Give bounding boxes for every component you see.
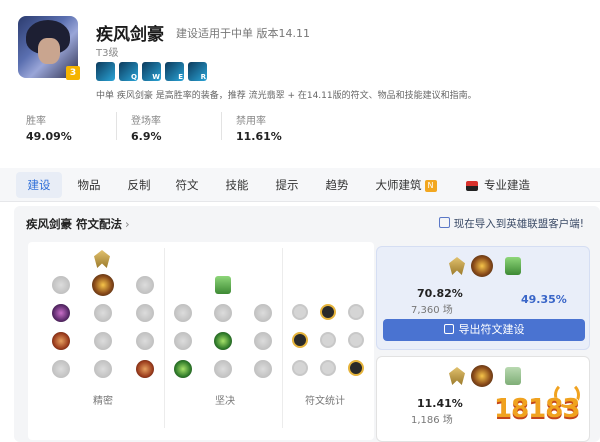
tab-tips[interactable]: 提示 [266, 172, 308, 198]
shard-icon [348, 360, 364, 376]
export-icon [443, 324, 454, 334]
build-games: 1,186 场 [411, 415, 453, 426]
divider [164, 248, 165, 428]
tab-counters[interactable]: 反制 [118, 172, 160, 198]
tab-build[interactable]: 建设 [16, 172, 62, 198]
rune-minor-icon [52, 332, 70, 350]
rune-minor-icon [174, 332, 192, 350]
w-skill-icon[interactable]: W [142, 62, 161, 81]
passive-icon[interactable] [96, 62, 115, 81]
shard-icon [348, 304, 364, 320]
r-skill-icon[interactable]: R [188, 62, 207, 81]
shard-icon [292, 304, 308, 320]
tab-skills[interactable]: 技能 [216, 172, 258, 198]
lethal-tempo-icon [92, 274, 114, 296]
shard-icon [348, 332, 364, 348]
runes-panel-title[interactable]: 疾风剑豪 符文配法 › [26, 216, 130, 232]
precision-path-icon [449, 367, 465, 385]
column-label-resolve: 坚决 [215, 396, 235, 407]
shard-icon [320, 304, 336, 320]
lethal-tempo-icon [471, 255, 493, 277]
divider [116, 112, 117, 140]
tab-bar: 建设 物品 反制 符文 技能 提示 趋势 大师建筑 N 专业建造 [0, 168, 600, 202]
build-win-rate: 70.82% [417, 287, 463, 300]
tab-pro-builds[interactable]: 专业建造 [458, 172, 538, 198]
tab-master-builds[interactable]: 大师建筑 N [370, 172, 442, 198]
rune-minor-icon [254, 304, 272, 322]
rune-minor-icon [52, 360, 70, 378]
rune-build-card[interactable]: 70.82% 49.35% 7,360 场 导出符文建设 [376, 246, 590, 350]
champion-name: 疾风剑豪 [96, 25, 164, 45]
stats-row: 胜率 49.09% 登场率 6.9% 禁用率 11.61% [26, 112, 326, 143]
resolve-path-icon [505, 257, 521, 275]
stat-ban-rate: 禁用率 11.61% [236, 116, 282, 143]
divider [221, 112, 222, 140]
divider [282, 248, 283, 428]
rune-minor-icon [254, 360, 272, 378]
champion-subtitle: 建设适用于中单 版本14.11 [176, 27, 310, 40]
rune-minor-icon [214, 304, 232, 322]
build-win-rate: 11.41% [417, 397, 463, 410]
rune-keystone-icon [52, 276, 70, 294]
import-to-client-link[interactable]: 现在导入到英雄联盟客户端! [438, 216, 584, 231]
new-badge: N [424, 179, 437, 192]
precision-path-icon [94, 250, 110, 268]
build-games: 7,360 场 [411, 305, 453, 316]
import-icon [438, 217, 450, 228]
brand-icon [466, 180, 478, 191]
shard-icon [292, 360, 308, 376]
stat-pick-rate: 登场率 6.9% [131, 116, 162, 143]
rune-minor-icon [174, 360, 192, 378]
rune-minor-icon [94, 332, 112, 350]
watermark-logo: 18183 [488, 382, 596, 440]
e-skill-icon[interactable]: E [165, 62, 184, 81]
shard-icon [320, 360, 336, 376]
rune-minor-icon [136, 360, 154, 378]
rune-minor-icon [94, 304, 112, 322]
rune-minor-icon [136, 304, 154, 322]
rune-minor-icon [174, 304, 192, 322]
champion-description: 中单 疾风剑豪 是高胜率的装备，推荐 流光翡翠 + 在14.11版的符文、物品和… [96, 91, 477, 101]
rune-tree: 精密 坚决 符文统计 [28, 242, 374, 440]
champion-tier: T3级 [96, 48, 119, 59]
rune-minor-icon [254, 332, 272, 350]
rune-minor-icon [94, 360, 112, 378]
shard-icon [292, 332, 308, 348]
build-pick-rate: 49.35% [521, 293, 567, 306]
resolve-path-icon [215, 276, 231, 294]
chevron-right-icon: › [125, 217, 130, 231]
export-runes-button[interactable]: 导出符文建设 [383, 319, 585, 341]
column-label-shards: 符文统计 [305, 396, 345, 407]
rune-keystone-icon [136, 276, 154, 294]
shard-icon [320, 332, 336, 348]
precision-path-icon [449, 257, 465, 275]
champion-header: 3 疾风剑豪 建设适用于中单 版本14.11 T3级 Q W E R 中单 疾风… [0, 0, 600, 168]
rune-minor-icon [214, 332, 232, 350]
skill-list: Q W E R [96, 62, 207, 81]
rune-minor-icon [214, 360, 232, 378]
tab-runes[interactable]: 符文 [166, 172, 208, 198]
q-skill-icon[interactable]: Q [119, 62, 138, 81]
tab-trends[interactable]: 趋势 [316, 172, 358, 198]
rune-minor-icon [52, 304, 70, 322]
tier-badge: 3 [66, 66, 80, 80]
column-label-precision: 精密 [93, 396, 113, 407]
tab-items[interactable]: 物品 [68, 172, 110, 198]
stat-win-rate: 胜率 49.09% [26, 116, 72, 143]
rune-minor-icon [136, 332, 154, 350]
